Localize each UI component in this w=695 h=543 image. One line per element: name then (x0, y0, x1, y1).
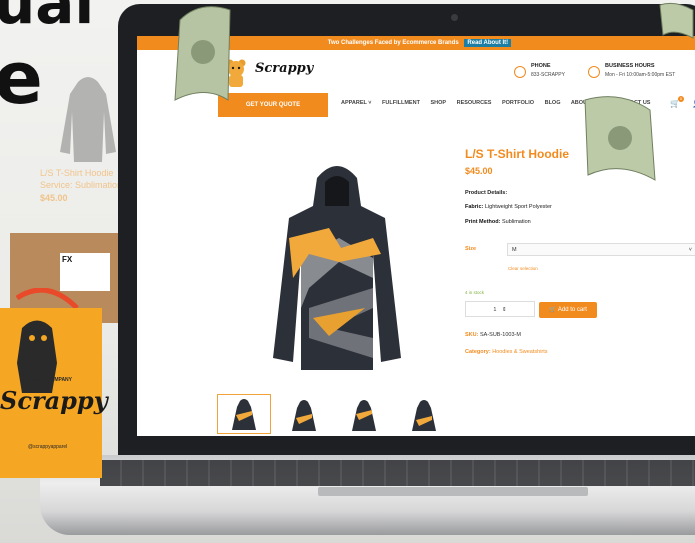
sku-label: SKU: (465, 332, 479, 338)
headline-line-2: e (0, 36, 43, 120)
box-label: FX (60, 253, 110, 291)
chevron-down-icon: ˅ (688, 247, 692, 253)
background-hoodie-image (60, 77, 116, 162)
nav-portfolio[interactable]: PORTFOLIO (502, 100, 534, 106)
business-hours-value: Mon - Fri 10:00am-5:00pm EST (605, 72, 676, 78)
add-to-cart-label: Add to cart (557, 307, 587, 313)
nav-apparel[interactable]: APPAREL ˅ (341, 100, 372, 106)
add-to-cart-button[interactable]: 🛒 Add to cart (539, 302, 597, 318)
business-hours-label: BUSINESS HOURS (605, 63, 655, 69)
fabric-label: Fabric: (465, 204, 484, 210)
background-product-name: L/S T-Shirt Hoodie (40, 168, 114, 178)
print-method-value: Sublimation (501, 219, 531, 225)
background-product-price: $45.00 (40, 193, 68, 203)
cart-count-badge: 0 (678, 96, 684, 102)
size-label: Size (465, 246, 477, 252)
product-thumbnail-2[interactable] (277, 394, 331, 434)
nav-resources[interactable]: RESOURCES (457, 100, 492, 106)
money-bill-image (174, 6, 231, 101)
read-about-it-button[interactable]: Read About It! (464, 39, 512, 47)
background-product-subtitle: Service: Sublimation (40, 180, 123, 190)
nav-shop[interactable]: SHOP (430, 100, 446, 106)
headline-line-1: ual (0, 0, 95, 37)
product-thumbnail-3[interactable] (337, 394, 391, 434)
hoodie-thumbnail-icon (292, 400, 316, 431)
product-thumbnail-1[interactable] (217, 394, 271, 434)
sku-value: SA-SUB-1003-M (479, 332, 521, 338)
bag-brand-text: Scrappy (0, 386, 108, 415)
product-details-label: Product Details: (465, 190, 508, 196)
nav-fulfillment[interactable]: FULFILLMENT (382, 100, 420, 106)
category-row: Category: Hoodies & Sweatshirts (465, 349, 548, 355)
hoodie-thumbnail-icon (232, 399, 256, 430)
phone-icon (514, 66, 526, 78)
laptop-trackpad (318, 487, 588, 496)
product-price: $45.00 (465, 166, 493, 176)
hoodie-thumbnail-icon (412, 400, 436, 431)
fabric-row: Fabric: Lightweight Sport Polyester (465, 204, 552, 210)
category-label: Category: (465, 349, 491, 355)
webcam-icon (451, 14, 458, 21)
print-method-label: Print Method: (465, 219, 501, 225)
bag-handle-text: @scrappyapparel (28, 444, 68, 450)
clock-icon (588, 66, 600, 78)
clear-selection-link[interactable]: Clear selection (508, 266, 538, 271)
cart-icon: 🛒 (549, 307, 557, 313)
site-logo[interactable]: Scrappy (255, 61, 313, 76)
stepper-arrows-icon[interactable]: ⇕ (502, 307, 507, 313)
category-link[interactable]: Hoodies & Sweatshirts (492, 349, 547, 355)
quantity-value: 1 (493, 307, 497, 313)
sku-row: SKU: SA-SUB-1003-M (465, 332, 521, 338)
fabric-value: Lightweight Sport Polyester (484, 204, 552, 210)
product-main-image[interactable] (269, 158, 405, 376)
hoodie-thumbnail-icon (352, 400, 376, 431)
phone-number[interactable]: 833-SCRAPPY (531, 72, 565, 78)
bag-small-text: APPAREL COMPANY (22, 377, 73, 383)
announcement-text: Two Challenges Faced by Ecommerce Brands (327, 40, 459, 46)
quantity-stepper[interactable]: 1 ⇕ (465, 301, 535, 317)
print-method-row: Print Method: Sublimation (465, 219, 531, 225)
money-bill-image (659, 2, 694, 39)
size-select[interactable]: M ˅ (507, 243, 695, 256)
product-thumbnail-4[interactable] (397, 394, 451, 434)
phone-label: PHONE (531, 63, 551, 69)
stock-status: 4 in stock (465, 290, 485, 295)
product-title: L/S T-Shirt Hoodie (465, 147, 569, 161)
money-bill-image (584, 96, 656, 181)
size-selected-value: M (512, 247, 517, 253)
nav-blog[interactable]: BLOG (545, 100, 561, 106)
laptop-keyboard (100, 460, 695, 486)
